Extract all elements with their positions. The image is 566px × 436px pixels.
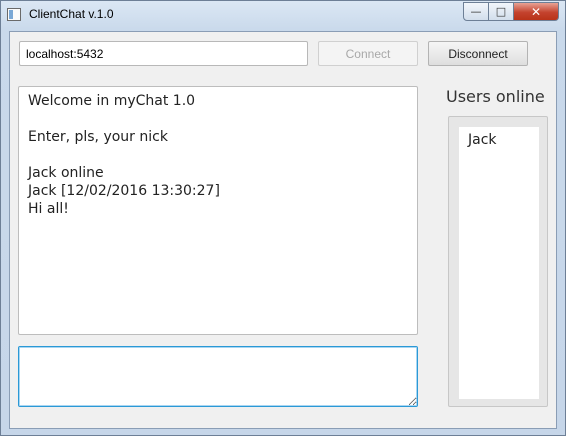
minimize-button[interactable]: —: [463, 2, 489, 21]
disconnect-button[interactable]: Disconnect: [428, 41, 528, 66]
close-button[interactable]: ✕: [514, 2, 559, 21]
users-online-title: Users online: [446, 87, 545, 106]
app-window: ClientChat v.1.0 — □ ✕ Connect Disconnec…: [0, 0, 566, 436]
maximize-button[interactable]: □: [489, 2, 514, 21]
window-controls: — □ ✕: [463, 2, 559, 21]
title-bar[interactable]: ClientChat v.1.0 — □ ✕: [1, 1, 565, 31]
client-area: Connect Disconnect Welcome in myChat 1.0…: [9, 31, 557, 429]
maximize-icon: □: [495, 5, 507, 18]
users-list[interactable]: Jack: [459, 127, 539, 399]
host-input[interactable]: [19, 41, 308, 66]
message-input[interactable]: [18, 346, 418, 407]
app-icon: [7, 8, 21, 21]
chat-messages-area[interactable]: Welcome in myChat 1.0 Enter, pls, your n…: [18, 86, 418, 335]
users-panel: Jack: [448, 116, 548, 407]
connect-button[interactable]: Connect: [318, 41, 418, 66]
window-title: ClientChat v.1.0: [29, 7, 114, 21]
user-list-item[interactable]: Jack: [459, 131, 539, 149]
minimize-icon: —: [470, 5, 482, 18]
close-icon: ✕: [530, 4, 542, 19]
